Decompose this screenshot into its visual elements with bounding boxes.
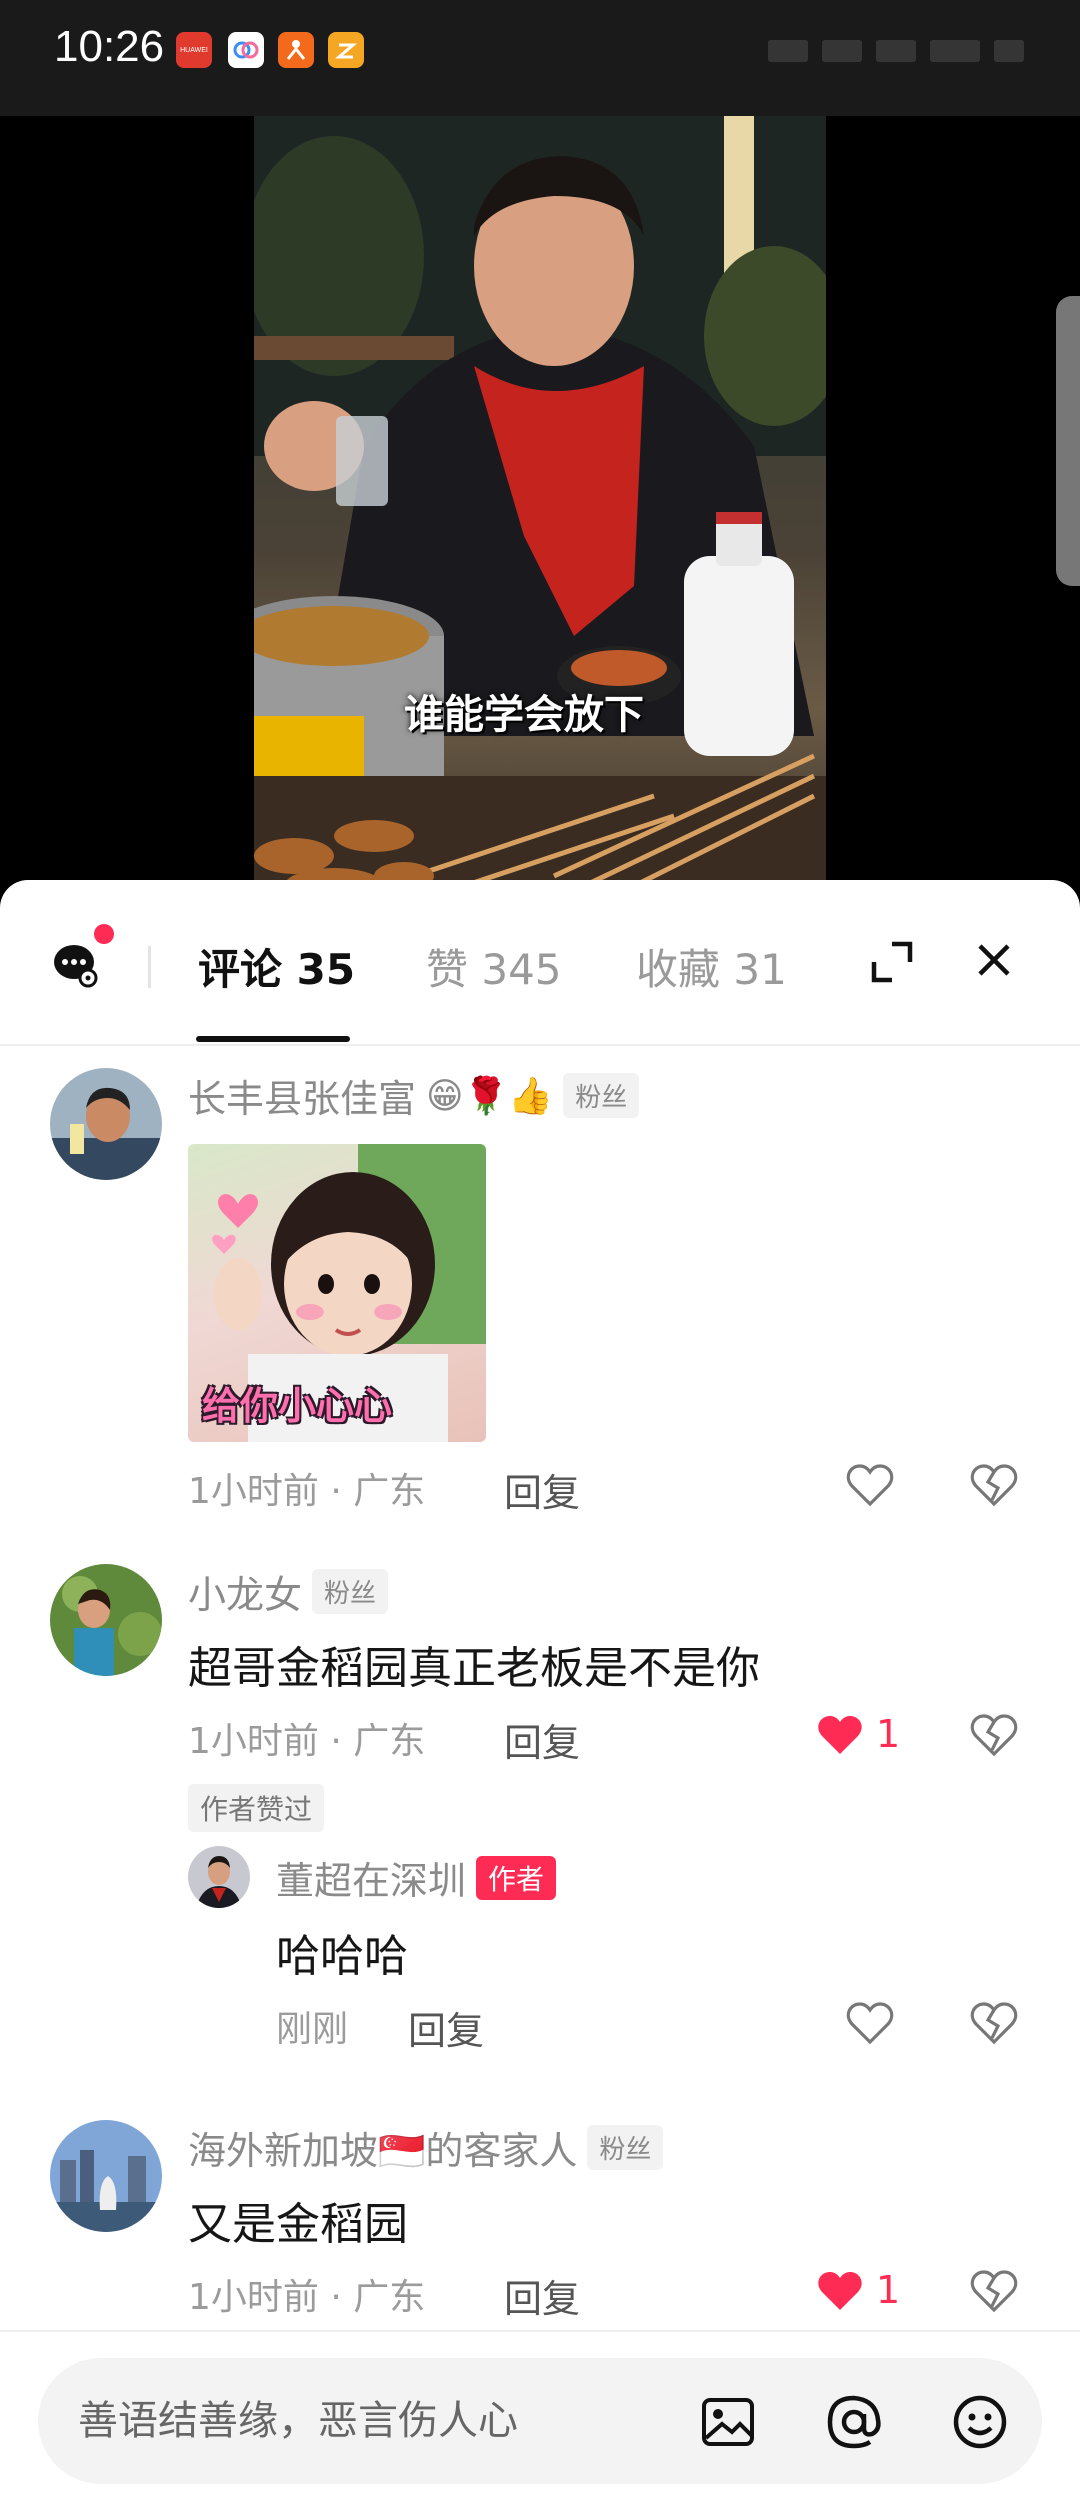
like-count: 1	[876, 2268, 901, 2312]
comment-meta: 1小时前 · 广东	[188, 2277, 426, 2318]
comment-input[interactable]	[78, 2358, 698, 2484]
dislike-icon[interactable]	[968, 1998, 1020, 2050]
comment-header: 海外新加坡🇸🇬的客家人 粉丝	[188, 2120, 664, 2175]
dislike-icon[interactable]	[968, 1460, 1020, 1512]
avatar[interactable]	[50, 1068, 162, 1180]
heart-icon[interactable]	[844, 1998, 896, 2050]
tab-likes[interactable]: 赞 345	[426, 936, 562, 997]
fan-badge: 粉丝	[312, 1569, 389, 1614]
comment-sheet: 评论 35 赞 345 收藏 31 长丰县张佳富 😁🌹👍 粉丝 给你小心心 1小…	[0, 880, 1080, 2504]
username[interactable]: 小龙女	[188, 1564, 302, 1619]
heart-icon[interactable]	[844, 1460, 896, 1512]
author-badge: 作者	[476, 1855, 557, 1900]
fan-badge: 粉丝	[563, 1073, 640, 1118]
video-player[interactable]: 谁能学会放下	[0, 116, 1080, 906]
comment-tabs-bar: 评论 35 赞 345 收藏 31	[0, 880, 1080, 1046]
reply-meta: 刚刚	[276, 2009, 349, 2050]
fan-badge: 粉丝	[587, 2125, 664, 2170]
video-caption: 谁能学会放下	[404, 692, 644, 738]
taobao-icon	[328, 32, 364, 68]
expand-icon[interactable]	[868, 938, 916, 986]
huawei-icon: HUAWEI	[176, 32, 212, 68]
comment-input-container[interactable]	[38, 2358, 1042, 2484]
reply-button[interactable]: 回复	[504, 2268, 580, 2323]
comment-header: 小龙女 粉丝	[188, 1564, 389, 1619]
author-liked-badge: 作者赞过	[188, 1784, 325, 1832]
status-indicators	[724, 36, 1024, 66]
tab-comments[interactable]: 评论 35	[198, 936, 355, 997]
reply-header: 董超在深圳 作者	[276, 1850, 557, 1905]
emoji-icon[interactable]	[950, 2392, 1010, 2452]
avatar[interactable]	[50, 2120, 162, 2232]
username[interactable]: 长丰县张佳富	[188, 1068, 416, 1123]
reply-button[interactable]: 回复	[504, 1462, 580, 1517]
image-icon[interactable]	[698, 2392, 758, 2452]
comment-text: 超哥金稻园真正老板是不是你	[188, 1643, 760, 1694]
like-count: 1	[876, 1712, 901, 1756]
status-bar: 10:26 HUAWEI	[0, 0, 1080, 116]
tab-divider	[148, 946, 151, 988]
mention-icon[interactable]	[824, 2392, 884, 2452]
notification-dot	[94, 924, 114, 944]
username[interactable]: 海外新加坡🇸🇬的客家人	[188, 2120, 577, 2175]
comment-meta: 1小时前 · 广东	[188, 1471, 426, 1512]
sticker-image[interactable]: 给你小心心	[188, 1144, 486, 1442]
heart-filled-icon[interactable]	[814, 2266, 866, 2318]
comment-header: 长丰县张佳富 😁🌹👍 粉丝	[188, 1068, 640, 1123]
username[interactable]: 董超在深圳	[276, 1850, 466, 1905]
dislike-icon[interactable]	[968, 1710, 1020, 1762]
close-icon[interactable]	[970, 936, 1018, 984]
heart-filled-icon[interactable]	[814, 1710, 866, 1762]
dislike-icon[interactable]	[968, 2266, 1020, 2318]
reply-text: 哈哈哈	[276, 1931, 408, 1982]
comment-meta: 1小时前 · 广东	[188, 1721, 426, 1762]
active-tab-indicator	[196, 1036, 350, 1042]
kuaishou-icon	[278, 32, 314, 68]
comment-text: 又是金稻园	[188, 2199, 408, 2250]
meituan-icon	[228, 32, 264, 68]
comment-input-bar	[0, 2330, 1080, 2504]
avatar[interactable]	[50, 1564, 162, 1676]
chat-settings-icon[interactable]	[52, 940, 100, 988]
video-frame[interactable]: 谁能学会放下	[254, 116, 826, 906]
avatar[interactable]	[188, 1846, 250, 1908]
sticker-caption: 给你小心心	[202, 1384, 393, 1428]
video-scene	[254, 116, 826, 906]
tab-favorites[interactable]: 收藏 31	[636, 936, 787, 997]
reply-button[interactable]: 回复	[504, 1712, 580, 1767]
username-emojis: 😁🌹👍	[426, 1075, 554, 1117]
status-time: 10:26	[54, 22, 165, 71]
reply-button[interactable]: 回复	[408, 2000, 484, 2055]
side-panel-handle[interactable]	[1056, 296, 1080, 586]
